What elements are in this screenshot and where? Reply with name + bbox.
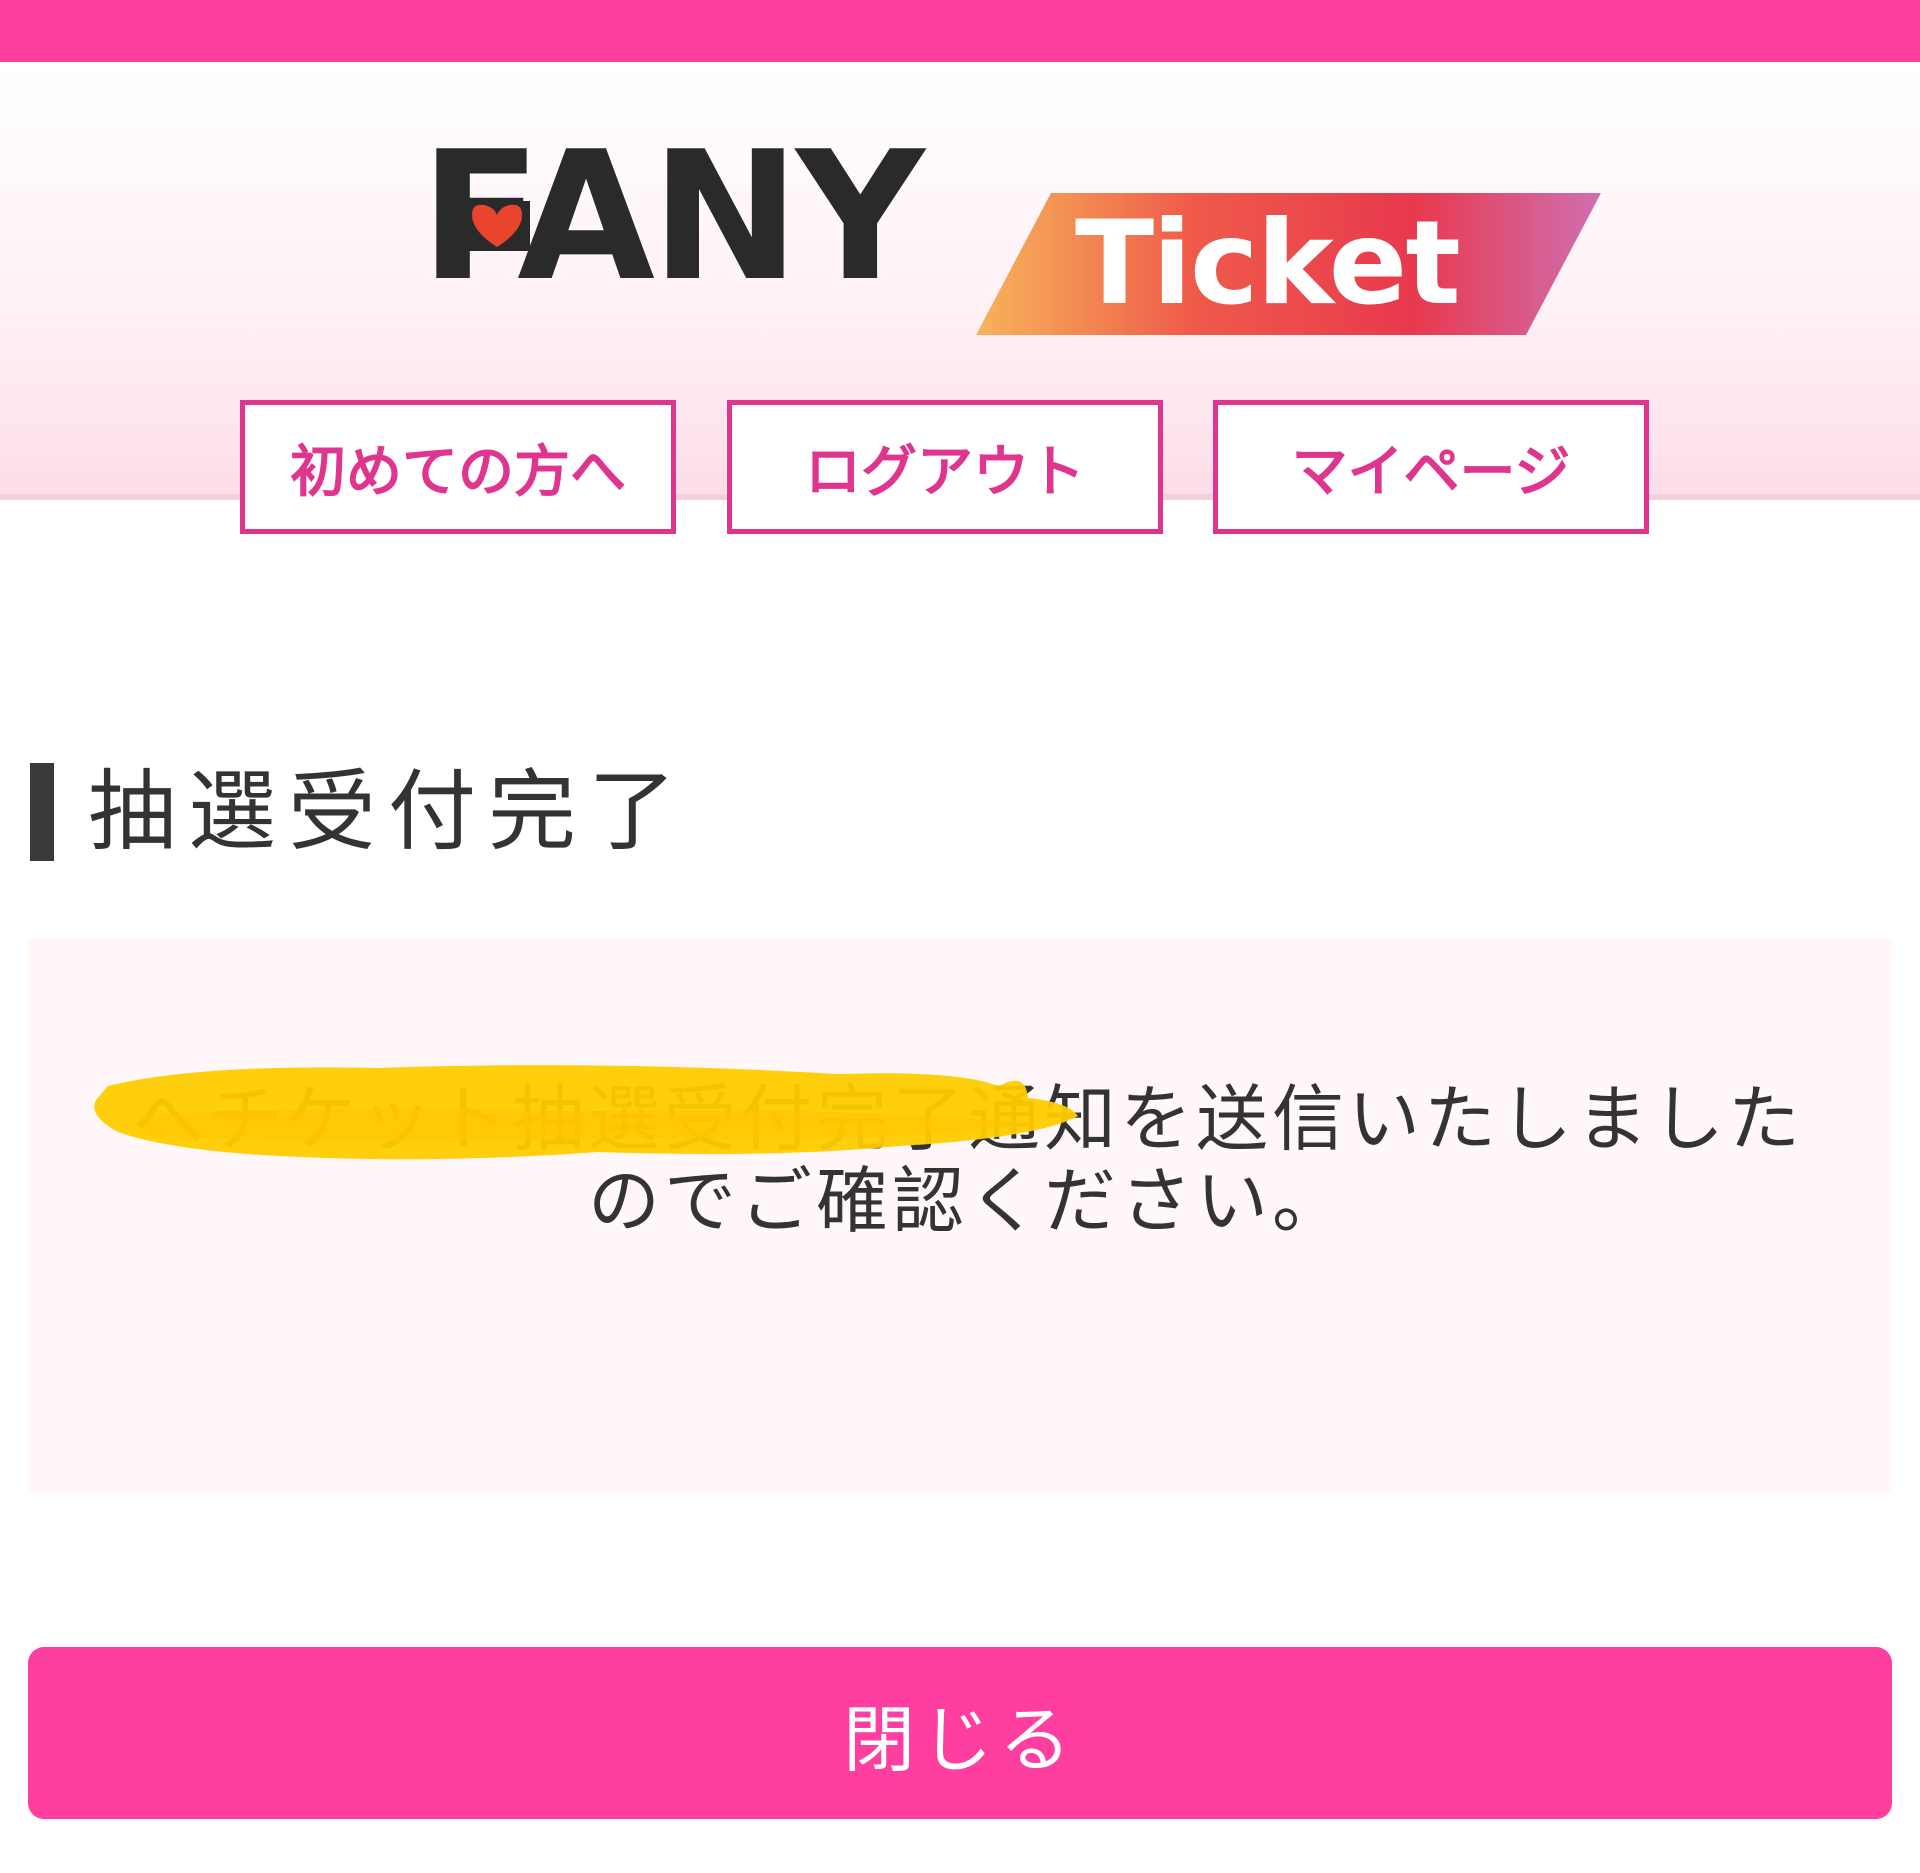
nav-logout-button[interactable]: ログアウト xyxy=(727,400,1163,534)
fany-ticket-logo[interactable]: FANY Ticket xyxy=(420,127,1605,335)
heart-icon xyxy=(464,201,530,251)
title-marker-bar xyxy=(30,763,54,861)
site-header: FANY Ticket 初めての方へ ログアウト マイページ xyxy=(0,62,1920,534)
redaction-marker xyxy=(94,1065,1078,1160)
nav-mypage-button[interactable]: マイページ xyxy=(1213,400,1649,534)
nav-first-time-button[interactable]: 初めての方へ xyxy=(240,400,676,534)
logo-product-text: Ticket xyxy=(1075,196,1461,331)
page-title: 抽選受付完了 xyxy=(30,762,688,862)
message-box: へチケット抽選受付完了通知を送信いたしましたのでご確認ください。 xyxy=(28,938,1892,1493)
close-button[interactable]: 閉じる xyxy=(28,1647,1892,1819)
top-accent-bar xyxy=(0,0,1920,62)
page-title-text: 抽選受付完了 xyxy=(88,760,689,863)
